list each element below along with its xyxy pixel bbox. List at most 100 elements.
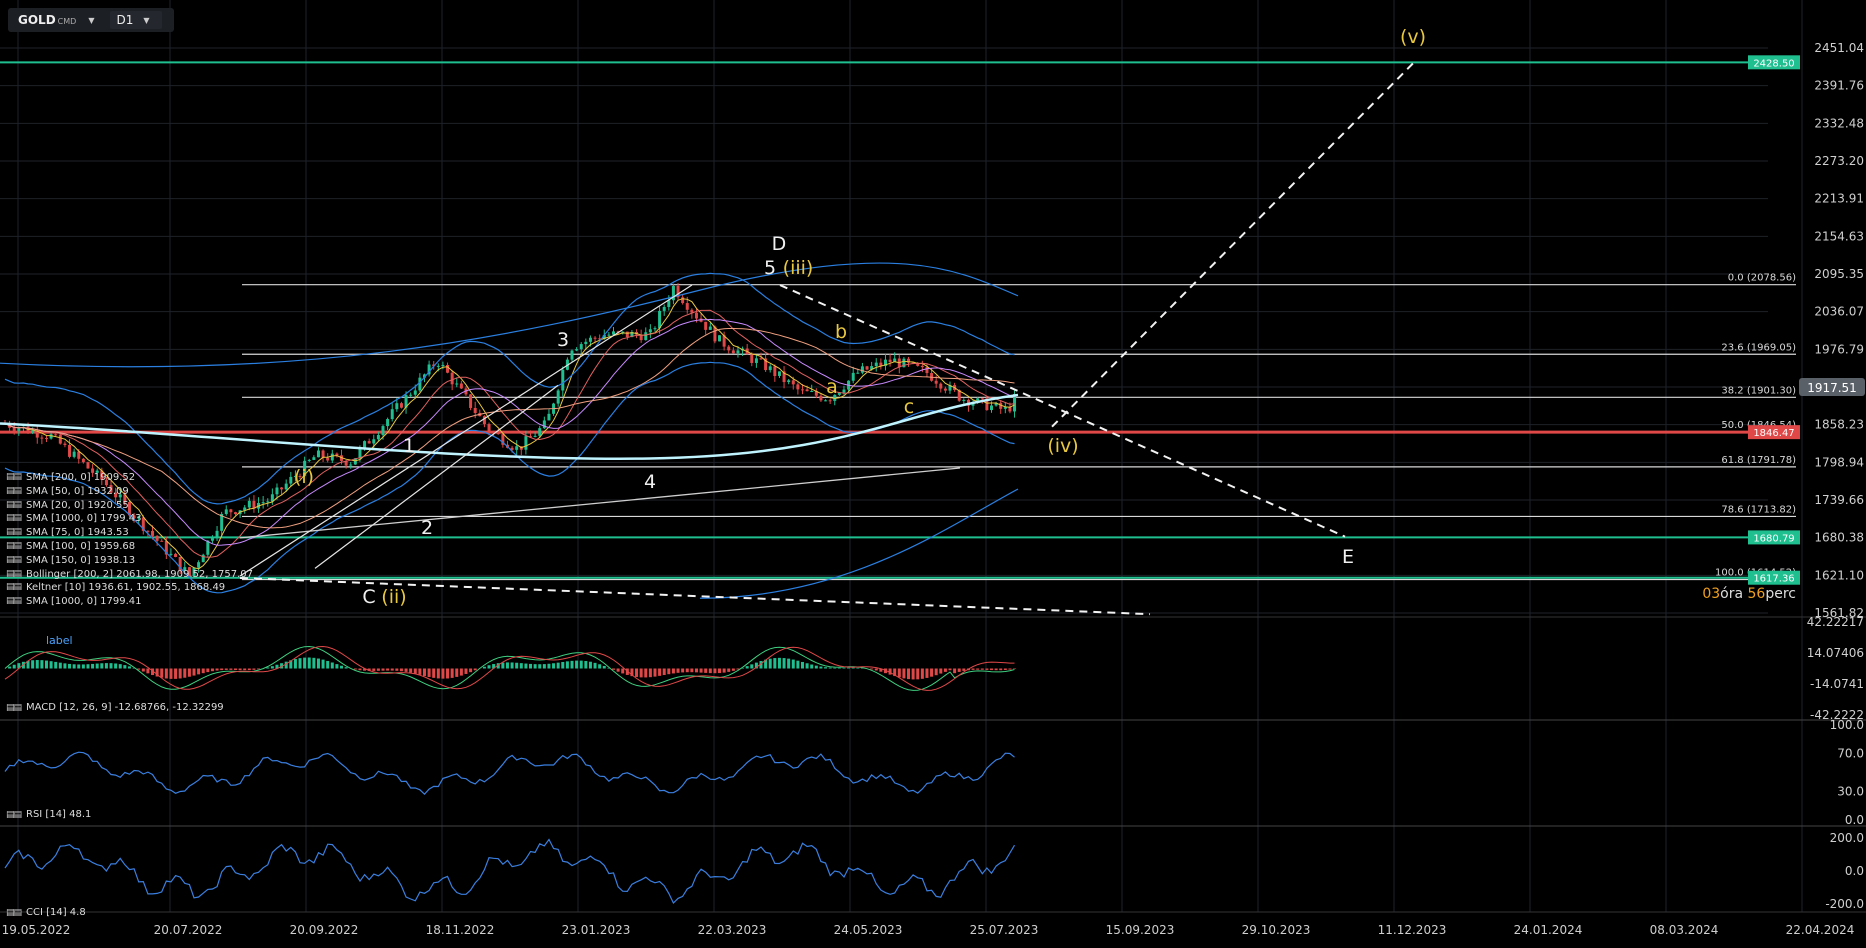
macd-bar (782, 658, 786, 669)
macd-bar (229, 668, 233, 670)
macd-bar (376, 668, 380, 671)
macd-axis-label: -14.0741 (1810, 677, 1864, 691)
macd-bar (422, 668, 426, 676)
indicator-settings-icon[interactable]: ▤▤ (6, 595, 26, 609)
candle-body (1008, 407, 1012, 412)
candle-body (399, 403, 403, 408)
time-axis-label: 22.04.2024 (1786, 923, 1855, 937)
candle-body (731, 350, 735, 354)
macd-bar (58, 662, 62, 669)
macd-bar (114, 663, 118, 669)
indicator-row[interactable]: ▤▤ Bollinger [200, 2] 2061.98, 1909.52, 1… (6, 568, 253, 582)
indicator-settings-icon[interactable]: ▤▤ (6, 512, 26, 526)
candle-body (349, 464, 353, 466)
candle-body (759, 358, 763, 360)
macd-bar (575, 660, 579, 669)
timeframe-label: D1 (116, 13, 134, 27)
macd-bar (86, 664, 90, 669)
rsi-axis-label: 70.0 (1837, 747, 1864, 761)
indicator-settings-icon[interactable]: ▤▤ (6, 485, 26, 499)
candle-body (441, 364, 445, 366)
indicator-settings-icon[interactable]: ▤▤ (6, 540, 26, 554)
indicator-settings-icon[interactable]: ▤▤ (6, 526, 26, 540)
macd-bar (971, 668, 975, 670)
candle-body (658, 310, 662, 329)
rsi-legend[interactable]: ▤▤ RSI [14] 48.1 (6, 809, 91, 820)
macd-bar (694, 668, 698, 673)
macd-bar (635, 668, 639, 677)
candle-body (542, 420, 546, 429)
fib-level-label: 23.6 (1969.05) (1721, 342, 1796, 353)
indicator-settings-icon[interactable]: ▤▤ (6, 568, 26, 582)
candle-body (865, 366, 869, 370)
macd-bar (653, 668, 657, 677)
indicator-row[interactable]: ▤▤ SMA [75, 0] 1943.53 (6, 526, 253, 540)
indicator-row[interactable]: ▤▤ SMA [20, 0] 1920.55 (6, 499, 253, 513)
price-axis-label: 2273.20 (1814, 154, 1864, 168)
macd-bar (353, 668, 357, 670)
macd-bar (321, 659, 325, 669)
macd-bar (450, 668, 454, 678)
macd-bar (556, 662, 560, 669)
macd-bar (953, 668, 957, 674)
macd-bar (326, 660, 330, 669)
time-axis-label: 24.01.2024 (1514, 923, 1583, 937)
indicator-settings-icon[interactable]: ▤▤ (6, 810, 26, 820)
macd-bar (510, 662, 514, 669)
indicator-row[interactable]: ▤▤ SMA [150, 0] 1938.13 (6, 554, 253, 568)
macd-bar (127, 666, 131, 669)
indicator-row[interactable]: ▤▤ SMA [1000, 0] 1799.41 (6, 595, 253, 609)
indicator-label: SMA [50, 0] 1932.09 (26, 485, 129, 497)
macd-bar (777, 657, 781, 669)
indicator-settings-icon[interactable]: ▤▤ (6, 471, 26, 485)
countdown-minutes: 56 (1747, 586, 1766, 602)
macd-bar (814, 665, 818, 669)
indicator-settings-icon[interactable]: ▤▤ (6, 554, 26, 568)
candle-body (284, 483, 288, 490)
macd-bar (671, 668, 675, 674)
candle-body (962, 399, 966, 401)
macd-bar (118, 664, 122, 669)
macd-bar (404, 668, 408, 672)
price-chart[interactable]: 0.0 (2078.56) 23.6 (1969.05) 38.2 (1901.30… (0, 0, 1866, 948)
macd-bar (303, 657, 307, 669)
indicator-settings-icon[interactable]: ▤▤ (6, 581, 26, 595)
symbol-name[interactable]: GOLD CMD (8, 13, 82, 27)
indicator-settings-icon[interactable]: ▤▤ (6, 703, 26, 713)
macd-bar (183, 668, 187, 678)
timeframe-dropdown-icon[interactable]: ▼ (143, 16, 149, 25)
indicator-settings-icon[interactable]: ▤▤ (6, 908, 26, 918)
macd-bar (386, 668, 390, 671)
cci-legend[interactable]: ▤▤ CCI [14] 4.8 (6, 907, 86, 918)
indicator-row[interactable]: ▤▤ Keltner [10] 1936.61, 1902.55, 1868.49 (6, 581, 253, 595)
macd-legend[interactable]: ▤▤ MACD [12, 26, 9] -12.68766, -12.32299 (6, 702, 224, 713)
macd-bar (773, 658, 777, 669)
sma-1000-line (239, 467, 961, 539)
macd-bar (31, 660, 35, 669)
macd-bar (169, 668, 173, 679)
price-axis-label: 1621.10 (1814, 568, 1864, 582)
macd-bar (427, 668, 431, 678)
indicator-row[interactable]: ▤▤ SMA [50, 0] 1932.09 (6, 485, 253, 499)
rsi-axis-label: 0.0 (1845, 813, 1864, 827)
candle-body (275, 487, 279, 495)
candle-body (72, 451, 76, 457)
candle-body (856, 372, 860, 374)
candle-body (17, 428, 21, 431)
candle-body (810, 391, 814, 393)
indicator-row[interactable]: ▤▤ SMA [200, 0] 1909.52 (6, 471, 253, 485)
macd-bar (676, 668, 680, 673)
indicator-settings-icon[interactable]: ▤▤ (6, 499, 26, 513)
candle-body (989, 405, 993, 411)
indicator-row[interactable]: ▤▤ SMA [100, 0] 1959.68 (6, 540, 253, 554)
macd-bar (911, 668, 915, 680)
timeframe-select[interactable]: D1 ▼ (110, 11, 163, 29)
symbol-toolbar[interactable]: GOLD CMD ▼ D1 ▼ (8, 8, 174, 32)
macd-bar (856, 667, 860, 669)
macd-bar (482, 666, 486, 669)
indicator-row[interactable]: ▤▤ SMA [1000, 0] 1799.43 (6, 512, 253, 526)
symbol-dropdown-icon[interactable]: ▼ (88, 16, 94, 25)
macd-bar (8, 666, 12, 669)
candle-body (768, 366, 772, 371)
indicator-label: SMA [150, 0] 1938.13 (26, 554, 136, 566)
